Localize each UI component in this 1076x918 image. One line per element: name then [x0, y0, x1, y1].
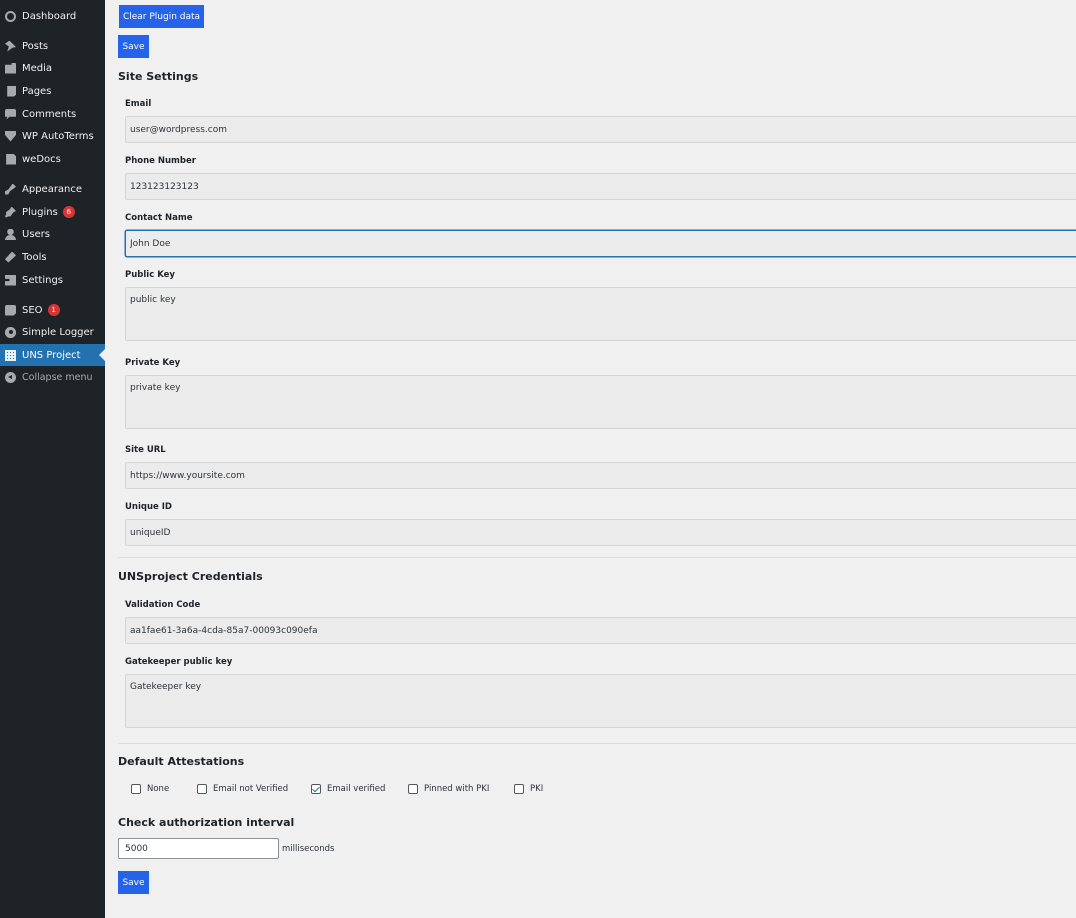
site-url-label: Site URL [125, 445, 166, 455]
sidebar-item-pages[interactable]: Pages [0, 80, 105, 102]
save-button-top[interactable]: Save [118, 35, 149, 58]
collapse-menu-button[interactable]: Collapse menu [0, 366, 105, 388]
sidebar-item-wp-autoterms[interactable]: WP AutoTerms [0, 125, 105, 147]
attestation-none-option[interactable]: None [131, 784, 169, 794]
collapse-icon [5, 371, 16, 383]
validation-code-field[interactable] [125, 617, 1076, 644]
sidebar-item-tools[interactable]: Tools [0, 246, 105, 268]
phone-field[interactable] [125, 173, 1076, 200]
public-key-label: Public Key [125, 270, 175, 280]
site-settings-heading: Site Settings [118, 70, 199, 83]
plugin-settings-page: Clear Plugin data Save Site Settings Ema… [105, 0, 1076, 918]
interval-unit-label: milliseconds [282, 844, 335, 854]
email-label: Email [125, 99, 152, 109]
tag-icon [5, 130, 16, 142]
attestation-none-checkbox[interactable] [131, 784, 141, 794]
media-icon [5, 62, 16, 74]
sidebar-item-plugins[interactable]: Plugins 6 [0, 201, 105, 223]
gear-icon [5, 326, 16, 338]
sidebar-item-uns-project[interactable]: UNS Project [0, 344, 105, 366]
sidebar-item-settings[interactable]: Settings [0, 269, 105, 291]
attestation-pinned-pki-option[interactable]: Pinned with PKI [408, 784, 489, 794]
attestation-pinned-pki-checkbox[interactable] [408, 784, 418, 794]
private-key-label: Private Key [125, 358, 181, 368]
gatekeeper-key-textarea[interactable]: Gatekeeper key [125, 674, 1076, 728]
interval-heading: Check authorization interval [118, 816, 295, 829]
sidebar-item-comments[interactable]: Comments [0, 103, 105, 125]
plugins-update-badge: 6 [62, 206, 75, 218]
seo-icon [5, 304, 16, 316]
site-url-field[interactable] [125, 462, 1076, 489]
attestation-email-not-verified-checkbox[interactable] [197, 784, 207, 794]
attestation-email-verified-option[interactable]: Email verified [311, 784, 385, 794]
seo-notification-badge: 1 [47, 304, 60, 316]
gatekeeper-key-label: Gatekeeper public key [125, 657, 233, 667]
section-divider [118, 557, 1076, 558]
save-button-bottom[interactable]: Save [118, 871, 149, 894]
user-icon [5, 228, 16, 240]
credentials-heading: UNSproject Credentials [118, 570, 263, 583]
contact-name-field[interactable] [125, 230, 1076, 257]
sidebar-item-dashboard[interactable]: Dashboard [0, 5, 105, 27]
attestation-email-verified-checkbox[interactable] [311, 784, 321, 794]
settings-icon [5, 274, 16, 286]
sidebar-item-media[interactable]: Media [0, 57, 105, 79]
validation-code-label: Validation Code [125, 600, 201, 610]
email-field[interactable] [125, 116, 1076, 143]
comment-icon [5, 108, 16, 120]
paintbrush-icon [5, 183, 16, 195]
wrench-icon [5, 251, 16, 263]
dashboard-icon [5, 10, 16, 22]
grid-icon [5, 349, 16, 361]
pin-icon [5, 40, 16, 52]
sidebar-item-posts[interactable]: Posts [0, 35, 105, 57]
attestations-heading: Default Attestations [118, 755, 245, 768]
admin-sidebar: Dashboard Posts Media Pages Comments WP … [0, 0, 105, 918]
sidebar-item-seo[interactable]: SEO 1 [0, 299, 105, 321]
phone-label: Phone Number [125, 156, 196, 166]
public-key-textarea[interactable]: public key [125, 287, 1076, 341]
attestation-email-not-verified-option[interactable]: Email not Verified [197, 784, 288, 794]
sidebar-item-wedocs[interactable]: weDocs [0, 148, 105, 170]
interval-input[interactable] [118, 838, 279, 859]
attestation-pki-checkbox[interactable] [514, 784, 524, 794]
unique-id-label: Unique ID [125, 502, 172, 512]
sidebar-item-simple-logger[interactable]: Simple Logger [0, 321, 105, 343]
attestation-pki-option[interactable]: PKI [514, 784, 543, 794]
pages-icon [7, 85, 16, 97]
unique-id-field[interactable] [125, 519, 1076, 546]
plugin-icon [5, 206, 16, 218]
contact-name-label: Contact Name [125, 213, 193, 223]
section-divider [118, 743, 1076, 744]
sidebar-item-users[interactable]: Users [0, 223, 105, 245]
clear-plugin-data-button[interactable]: Clear Plugin data [119, 5, 204, 28]
private-key-textarea[interactable]: private key [125, 375, 1076, 429]
document-icon [6, 153, 16, 165]
sidebar-item-appearance[interactable]: Appearance [0, 178, 105, 200]
